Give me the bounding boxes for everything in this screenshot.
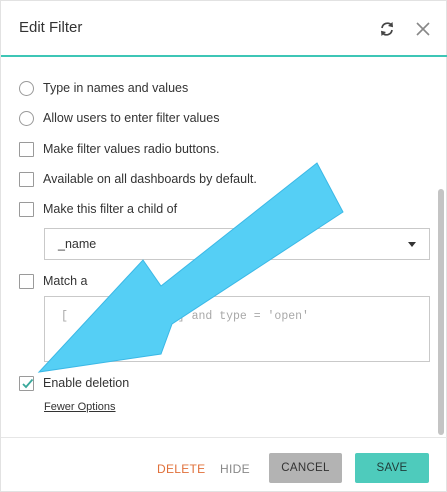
option-label: Make this filter a child of [43, 202, 178, 216]
option-child-of[interactable]: Make this filter a child of [19, 199, 177, 219]
check-icon [22, 378, 34, 388]
radio-button[interactable] [19, 80, 34, 96]
cancel-button[interactable]: CANCEL [269, 453, 342, 483]
checkbox[interactable] [19, 171, 34, 187]
checkbox[interactable] [19, 201, 34, 217]
hide-button[interactable]: HIDE [220, 462, 250, 476]
option-type-names-values[interactable]: Type in names and values [19, 78, 188, 98]
select-value: _name [58, 237, 97, 251]
option-match[interactable]: Match a [19, 271, 87, 291]
textarea-right-fragment: de] and type = 'open' [164, 310, 309, 323]
radio-button[interactable] [19, 110, 34, 126]
checkbox[interactable] [19, 273, 34, 289]
chevron-down-icon [408, 242, 416, 247]
option-label: Match a [43, 274, 88, 288]
dialog-footer: DELETE HIDE CANCEL SAVE [1, 437, 447, 492]
checkbox[interactable] [19, 141, 34, 157]
textarea-left-fragment: [ [61, 310, 68, 323]
dialog-header: Edit Filter [1, 1, 447, 57]
option-all-dashboards[interactable]: Available on all dashboards by default. [19, 169, 257, 189]
close-icon[interactable] [413, 19, 433, 39]
option-enable-deletion[interactable]: Enable deletion [19, 373, 129, 393]
parent-filter-select[interactable]: _name [44, 228, 430, 260]
scrollbar[interactable] [438, 189, 444, 435]
option-label: Enable deletion [43, 376, 130, 390]
checkbox-checked[interactable] [19, 375, 34, 391]
option-label: Type in names and values [43, 81, 189, 95]
option-allow-users-enter[interactable]: Allow users to enter filter values [19, 108, 219, 128]
fewer-options-link[interactable]: Fewer Options [44, 401, 116, 413]
dialog-title: Edit Filter [19, 19, 83, 36]
option-label: Make filter values radio buttons. [43, 142, 220, 156]
refresh-icon[interactable] [377, 19, 397, 39]
dialog-body: Type in names and values Allow users to … [1, 59, 447, 437]
option-radio-buttons[interactable]: Make filter values radio buttons. [19, 139, 219, 159]
option-label: Available on all dashboards by default. [43, 172, 257, 186]
sql-condition-textarea[interactable]: [ de] and type = 'open' [44, 296, 430, 362]
edit-filter-dialog: Edit Filter Type in names and values All… [0, 0, 447, 492]
option-label: Allow users to enter filter values [43, 111, 220, 125]
delete-button[interactable]: DELETE [157, 462, 205, 476]
save-button[interactable]: SAVE [355, 453, 429, 483]
